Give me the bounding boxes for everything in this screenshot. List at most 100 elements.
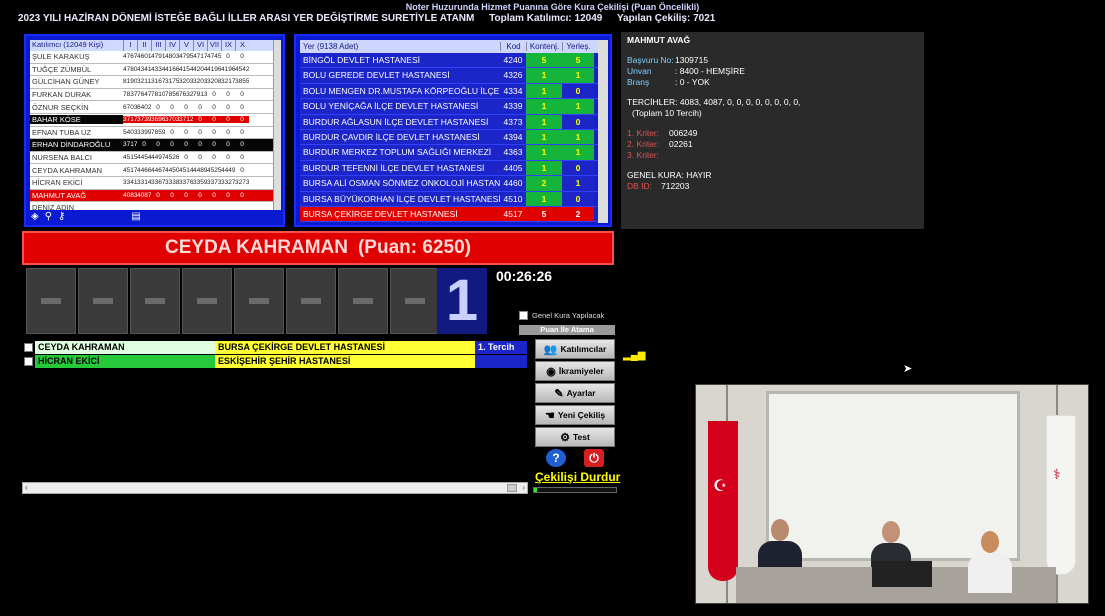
participant-pref: 3208 (207, 78, 221, 86)
general-lottery-checkbox[interactable]: Genel Kura Yapılacak (519, 311, 604, 320)
participant-pref: 0 (221, 116, 235, 124)
participant-pref: 0 (212, 103, 216, 111)
hospital-row[interactable]: BOLU GEREDE DEVLET HASTANESİ 4326 1 1 (300, 68, 600, 84)
draw-slot (390, 268, 440, 334)
scroll-thumb[interactable] (507, 484, 517, 492)
participant-pref: 3327 (221, 179, 235, 187)
participant-pref: 0 (184, 141, 188, 149)
participant-pref: 7632 (179, 91, 193, 99)
participant-pref: 4780 (123, 65, 137, 73)
general-lottery: GENEL KURA: HAYIR (627, 170, 712, 180)
hospital-name: BOLU MENGEN DR.MUSTAFA KÖRPEOĞLU İLÇE D (300, 83, 500, 99)
participant-pref: 0 (170, 141, 174, 149)
participant-pref: 0 (142, 141, 146, 149)
draw-slot (130, 268, 180, 334)
hospital-row[interactable]: BURDUR ÇAVDIR İLÇE DEVLET HASTANESİ 4394 1… (300, 129, 600, 146)
search-icon[interactable]: ⚲ (45, 211, 52, 222)
scroll-right-icon[interactable]: › (522, 483, 525, 492)
participant-name: BAHAR KÖSE (30, 115, 123, 125)
participant-row[interactable]: FURKAN DURAK 7837 7647 7810 7856 7632 7913 0 0 0 (30, 89, 275, 102)
hospitals-scrollbar[interactable] (598, 40, 608, 223)
participant-row[interactable]: MAHMUT AVAĞ 4083 4087 0 0 0 0 0 0 0 (30, 189, 275, 203)
participant-pref: 4204 (193, 65, 207, 73)
checkbox[interactable] (519, 311, 528, 320)
prizes-button[interactable]: ◉ İkramiyeler (535, 361, 615, 381)
new-draw-button[interactable]: ☚ Yeni Çekiliş (535, 405, 615, 425)
participant-name: NURSENA BALCI (32, 153, 93, 163)
filter-icon[interactable]: ⚷ (58, 211, 65, 222)
test-button[interactable]: ⚙ Test (535, 427, 615, 447)
hospital-code: 4334 (500, 83, 526, 99)
hospital-row[interactable]: BURSA ÇEKİRGE DEVLET HASTANESİ 4517 5 2 (300, 206, 600, 223)
participant-row[interactable]: HİCRAN EKİCİ 3341 3314 3367 3338 3376 3359 3373… (30, 177, 275, 190)
hospitals-table: Yer (9138 Adet) Kod Kontenj. Yerleş. BİN… (300, 40, 600, 223)
participants-table: Katılımcı (12049 Kişi) I II III IV V VI … (30, 40, 275, 210)
participant-pref: 4341 (137, 65, 151, 73)
participant-row[interactable]: ÖZNUR SEÇKİN 6703 6402 0 0 0 0 0 0 0 (30, 101, 275, 114)
hospital-row[interactable]: BURDUR TEFENNİ İLÇE DEVLET HASTANESİ 4405… (300, 160, 600, 177)
participant-pref: 4515 (123, 154, 137, 162)
hospitals-panel: Yer (9138 Adet) Kod Kontenj. Yerleş. BİN… (294, 34, 612, 227)
settings-icon: ✎ (554, 387, 564, 400)
participants-scrollbar[interactable] (273, 40, 281, 210)
participant-row[interactable]: BAHAR KÖSE 3717 3739 3696 3703 3712 0 0 0 0 (30, 114, 275, 127)
power-button[interactable]: ⏻ (584, 449, 604, 467)
ministry-flag: ⚕ (1046, 415, 1076, 575)
settings-button[interactable]: ✎ Ayarlar (535, 383, 615, 403)
participant-pref: 0 (156, 191, 160, 199)
participant-row[interactable]: NURSENA BALCI 4515 4454 4497 4526 0 0 0 0 0 (30, 152, 275, 165)
hospital-row[interactable]: BURDUR MERKEZ TOPLUM SAĞLIĞI MERKEZİ 4363… (300, 145, 600, 161)
users-icon: 👥 (543, 343, 558, 356)
hospital-quota: 1 (526, 160, 562, 176)
participant-pref: 4517 (123, 166, 137, 174)
hospital-row[interactable]: BURSA BÜYÜKORHAN İLÇE DEVLET HASTANESİ 45… (300, 191, 600, 207)
hospital-row[interactable]: BOLU YENİÇAĞA İLÇE DEVLET HASTANESİ 4339 1… (300, 99, 600, 115)
hospital-code: 4394 (500, 129, 526, 145)
print-icon[interactable]: ▤ (131, 211, 140, 222)
hand-icon: ☚ (544, 409, 555, 422)
stop-draw-link[interactable]: Çekilişi Durdur (535, 470, 620, 484)
control-buttons: 👥 Katılımcılar ◉ İkramiyeler ✎ Ayarlar ☚ Yen… (535, 339, 615, 467)
participant-row[interactable]: EFNAN TUBA UZ 5403 3399 7859 0 0 0 0 0 0 (30, 127, 275, 140)
participant-row[interactable]: TUĞÇE ZÜMBÜL 4780 4341 4334 4166 4154 4204 4196… (30, 64, 275, 77)
participant-row[interactable]: ERHAN DİNDAROĞLU 3717 0 0 0 0 0 0 0 0 (30, 139, 275, 152)
hospital-row[interactable]: BOLU MENGEN DR.MUSTAFA KÖRPEOĞLU İLÇE D4… (300, 83, 600, 100)
participant-pref: 0 (212, 191, 216, 199)
participant-pref: 0 (207, 116, 221, 124)
hospital-code: 4460 (500, 176, 526, 191)
participant-pref: 4514 (179, 166, 193, 174)
hospital-placed: 1 (562, 68, 594, 83)
result-checkbox[interactable] (24, 357, 33, 366)
participant-pref: 3167 (151, 78, 165, 86)
hospital-row[interactable]: BİNGÖL DEVLET HASTANESİ 4240 5 5 (300, 53, 600, 69)
result-checkbox[interactable] (24, 343, 33, 352)
hospital-row[interactable]: BURSA ALİ OSMAN SÖNMEZ ONKOLOJİ HASTANE 4… (300, 176, 600, 192)
participant-row[interactable]: DENİZ ADIN (30, 202, 275, 210)
participant-pref: 0 (198, 141, 202, 149)
participant-pref: 3367 (151, 179, 165, 187)
hospitals-header: Yer (9138 Adet) Kod Kontenj. Yerleş. (300, 40, 600, 53)
participant-pref: 3739 (137, 116, 151, 124)
participant-pref: 0 (198, 154, 202, 162)
scroll-left-icon[interactable]: ‹ (25, 483, 28, 492)
help-button[interactable]: ? (546, 449, 566, 467)
participant-pref: 3717 (123, 141, 137, 149)
assignment-mode[interactable]: Puan İle Atama (519, 325, 615, 335)
participant-pref: 3712 (179, 116, 193, 124)
horizontal-scrollbar[interactable]: ‹ › (22, 482, 528, 494)
participant-row[interactable]: GÜLCİHAN GÜNEY 8190 3211 3167 3175 3203 3203 32… (30, 76, 275, 89)
draws-done: Yapılan Çekiliş: 7021 (616, 13, 716, 24)
participants-button[interactable]: 👥 Katılımcılar (535, 339, 615, 359)
hospital-name: BURDUR MERKEZ TOPLUM SAĞLIĞI MERKEZİ (300, 145, 500, 160)
laptop (872, 561, 932, 587)
hospital-name: BURSA ALİ OSMAN SÖNMEZ ONKOLOJİ HASTANE (300, 176, 500, 191)
participant-pref: 4791 (151, 53, 165, 61)
participant-row[interactable]: ŞULE KARAKUŞ 4767 4601 4791 4803 4795 4717 4745… (30, 51, 275, 64)
participant-pref: 0 (212, 91, 216, 99)
hospital-placed: 1 (562, 99, 594, 114)
participant-row[interactable]: CEYDA KAHRAMAN 4517 4466 4467 4450 4514 4489 45… (30, 164, 275, 177)
hospital-row[interactable]: BURDUR AĞLASUN İLÇE DEVLET HASTANESİ 4373… (300, 114, 600, 130)
navigate-icon[interactable]: ◈ (31, 211, 39, 222)
participant-pref: 4166 (165, 65, 179, 73)
participant-pref: 3217 (221, 78, 235, 86)
